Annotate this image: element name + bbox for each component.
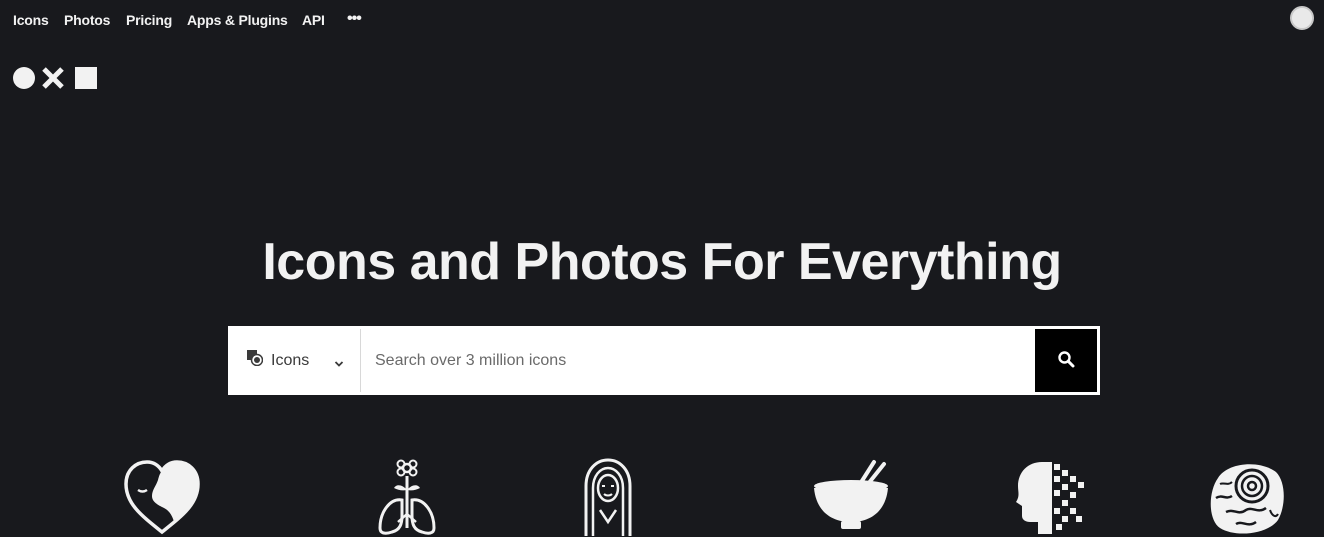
nav-photos[interactable]: Photos [64,12,110,28]
search-type-dropdown[interactable]: Icons [231,329,361,392]
nav-apps-plugins[interactable]: Apps & Plugins [187,12,288,28]
search-bar: Icons [228,326,1100,395]
featured-icons-row [0,458,1324,537]
bowl-chopsticks-icon[interactable] [812,458,890,537]
top-navigation: Icons Photos Pricing Apps & Plugins API … [0,0,1324,40]
woman-portrait-icon[interactable] [580,458,636,537]
nav-icons[interactable]: Icons [13,12,49,28]
more-menu-button[interactable]: ••• [347,10,362,28]
nav-api[interactable]: API [302,12,325,28]
heart-face-icon[interactable] [122,458,202,537]
chevron-down-icon [334,355,344,373]
hero-headline: Icons and Photos For Everything [262,233,1062,291]
lungs-flower-icon[interactable] [376,458,438,537]
nav-pricing[interactable]: Pricing [126,12,172,28]
search-icon [1057,350,1075,371]
search-button[interactable] [1035,329,1097,392]
noun-project-logo[interactable] [13,66,99,90]
pixel-head-icon[interactable] [1012,458,1090,537]
user-avatar-icon[interactable] [1290,6,1314,30]
icons-category-icon [247,350,264,371]
search-type-label: Icons [271,351,310,369]
ammonite-fossil-icon[interactable] [1206,458,1286,537]
search-input[interactable] [361,329,1035,392]
